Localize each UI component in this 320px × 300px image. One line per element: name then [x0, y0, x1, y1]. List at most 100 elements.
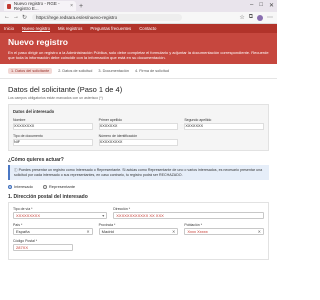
favicon-icon — [7, 3, 11, 9]
tipo-via-field: Tipo de vía * XXXXXXXXX ▾ — [13, 207, 108, 219]
close-window-icon[interactable]: ✕ — [269, 2, 274, 9]
form-row: Tipo de vía * XXXXXXXXX ▾ Dirección * XX… — [13, 207, 264, 219]
window-controls: – □ ✕ — [250, 2, 274, 9]
interested-card: Datos del interesado Nombre XXXXXXXX Pri… — [8, 104, 269, 151]
menu-icon[interactable]: ⋯ — [267, 14, 273, 21]
direccion-input[interactable]: XXXXXXXXXXXX XX XXX — [113, 212, 264, 219]
star-icon[interactable]: ☆ — [239, 14, 244, 21]
field-value: Xxxx Xxxxx — [187, 229, 208, 234]
clear-icon[interactable]: ✕ — [258, 229, 261, 234]
act-options: Interesado Representante — [8, 184, 269, 189]
field-value: España — [16, 229, 30, 234]
radio-label: Representante — [48, 184, 76, 189]
field-numero-identificacion: Número de identificación XXXXXXXXX — [98, 134, 179, 146]
minimize-icon[interactable]: – — [250, 2, 253, 9]
step-2: 2. Datos de solicitud — [58, 69, 93, 73]
field-value: XXXXXXX — [184, 123, 264, 130]
field-value: NIF — [13, 139, 93, 146]
field-nombre: Nombre XXXXXXXX — [13, 118, 93, 130]
nav-buttons: ← → ↻ — [4, 14, 27, 21]
field-label: Tipo de vía * — [13, 207, 33, 211]
nav-mis-registros[interactable]: Mis registros — [58, 26, 82, 31]
info-text: Puedes presentar un registro como Intere… — [14, 168, 263, 177]
profile-avatar[interactable] — [257, 14, 263, 21]
radio-label: Interesado — [14, 184, 33, 189]
codigo-postal-field: Código Postal * 287XX — [13, 239, 73, 251]
field-value: XXXXXXXXX — [16, 213, 41, 218]
step-indicator: 1. Datos del solicitante 2. Datos de sol… — [0, 64, 277, 79]
radio-interesado[interactable]: Interesado — [8, 184, 33, 189]
site-nav: Inicio Nuevo registro Mis registros Preg… — [0, 24, 277, 33]
field-label: Segundo apellido — [184, 118, 212, 122]
field-label: Código Postal * — [13, 239, 38, 243]
pais-select[interactable]: España ✕ — [13, 228, 93, 235]
poblacion-select[interactable]: Xxxx Xxxxx ✕ — [184, 228, 265, 235]
nav-inicio[interactable]: Inicio — [4, 26, 14, 31]
tab-title: Nuevo registro - RGE - Registro E... — [13, 1, 60, 11]
form-row: Código Postal * 287XX — [13, 239, 264, 251]
form-row: País * España ✕ Provincia * Madrid ✕ Pob… — [13, 223, 265, 235]
act-question: ¿Cómo quieres actuar? — [8, 157, 64, 163]
browser-actions: ☆ ⧉ ⋯ — [239, 14, 273, 21]
step-3: 3. Documentación — [98, 69, 130, 73]
required-note: Los campos obligatorios están marcados c… — [8, 96, 103, 100]
field-label: Dirección * — [113, 207, 131, 211]
radio-representante[interactable]: Representante — [42, 184, 76, 189]
main-content: Datos del solicitante (Paso 1 de 4) Los … — [0, 85, 277, 260]
clear-icon[interactable]: ✕ — [172, 229, 175, 234]
close-tab-icon[interactable]: × — [70, 3, 73, 9]
browser-tab[interactable]: Nuevo registro - RGE - Registro E... × — [4, 1, 76, 11]
field-label: Provincia * — [98, 223, 116, 227]
page-title: Nuevo registro — [8, 37, 68, 47]
field-value: XXXXXXXXXXXX XX XXX — [116, 213, 164, 218]
clear-icon[interactable]: ✕ — [86, 229, 89, 234]
reload-icon[interactable]: ↻ — [22, 14, 27, 21]
field-label: País * — [13, 223, 23, 227]
back-icon[interactable]: ← — [4, 14, 10, 21]
field-primer-apellido: Primer apellido XXXXXXX — [98, 118, 179, 130]
hero-banner: Nuevo registro En el paso dirigir un reg… — [0, 33, 277, 64]
field-value: 287XX — [16, 245, 29, 250]
field-label: Población * — [184, 223, 203, 227]
section-title: Datos del solicitante (Paso 1 de 4) — [8, 85, 123, 94]
field-value: XXXXXXXXX — [98, 139, 179, 146]
field-value: XXXXXXX — [98, 123, 179, 130]
field-label: Primer apellido — [98, 118, 122, 122]
address-bar-row: ← → ↻ https://rege.redsara.es/es/nuevo-r… — [0, 12, 277, 24]
step-1: 1. Datos del solicitante — [8, 68, 53, 74]
radio-button[interactable] — [8, 184, 12, 189]
tab-bar: Nuevo registro - RGE - Registro E... × +… — [0, 0, 277, 12]
new-tab-icon[interactable]: + — [79, 3, 83, 10]
browser-window: Nuevo registro - RGE - Registro E... × +… — [0, 0, 277, 300]
poblacion-field: Población * Xxxx Xxxxx ✕ — [184, 223, 265, 235]
interested-grid: Nombre XXXXXXXX Primer apellido XXXXXXX … — [13, 118, 264, 146]
field-label: Número de identificación — [98, 134, 138, 138]
pais-field: País * España ✕ — [13, 223, 93, 235]
field-value: XXXXXXXX — [13, 123, 93, 130]
nav-preguntas[interactable]: Preguntas frecuentes — [90, 26, 131, 31]
chevron-down-icon: ▾ — [102, 213, 105, 218]
info-alert: ⓘ Puedes presentar un registro como Inte… — [8, 165, 269, 180]
field-segundo-apellido: Segundo apellido XXXXXXX — [184, 118, 264, 130]
interested-header: Datos del interesado — [13, 109, 55, 114]
nav-contacto[interactable]: Contacto — [139, 26, 156, 31]
direccion-field: Dirección * XXXXXXXXXXXX XX XXX — [113, 207, 264, 219]
codigo-postal-input[interactable]: 287XX — [13, 244, 73, 251]
tipo-via-select[interactable]: XXXXXXXXX ▾ — [13, 212, 108, 219]
provincia-select[interactable]: Madrid ✕ — [98, 228, 179, 235]
url-field[interactable]: https://rege.redsara.es/es/nuevo-registr… — [32, 14, 183, 21]
radio-button[interactable] — [42, 184, 47, 189]
address-form: Tipo de vía * XXXXXXXXX ▾ Dirección * XX… — [8, 202, 269, 260]
field-label: Nombre — [13, 118, 26, 122]
extensions-icon[interactable]: ⧉ — [249, 14, 253, 21]
step-4: 4. Firma de solicitud — [135, 69, 169, 73]
provincia-field: Provincia * Madrid ✕ — [98, 223, 179, 235]
field-label: Tipo de documento — [13, 134, 43, 138]
nav-nuevo-registro[interactable]: Nuevo registro — [22, 26, 50, 32]
field-tipo-documento: Tipo de documento NIF — [13, 134, 93, 146]
forward-icon[interactable]: → — [13, 14, 19, 21]
hero-description: En el paso dirigir un registro a la Admi… — [8, 50, 269, 60]
field-value: Madrid — [101, 229, 114, 234]
maximize-icon[interactable]: □ — [259, 2, 263, 9]
address-section-title: 1. Dirección postal del interesado — [8, 194, 88, 200]
